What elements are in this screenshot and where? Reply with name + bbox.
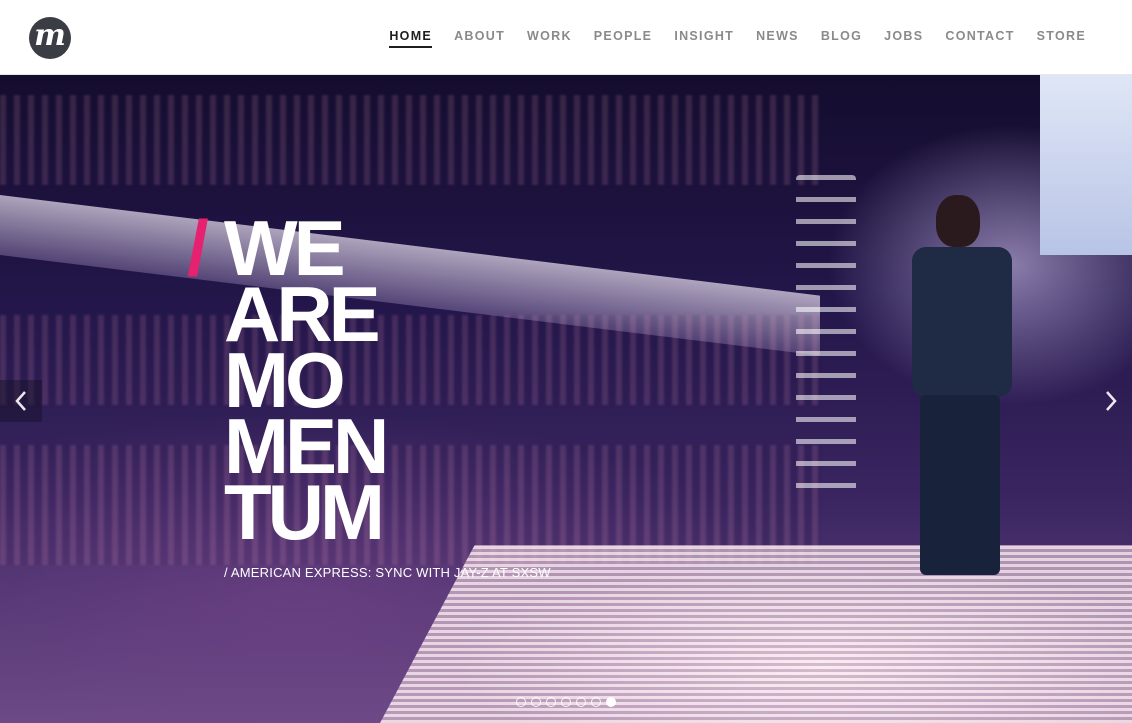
nav-contact[interactable]: CONTACT — [945, 29, 1014, 48]
nav-about[interactable]: ABOUT — [454, 29, 505, 48]
crowd-upper — [0, 95, 820, 185]
nav-insight[interactable]: INSIGHT — [674, 29, 734, 48]
nav-home[interactable]: HOME — [389, 29, 433, 48]
slide-dot-2[interactable] — [531, 697, 541, 707]
hero-headline: / WE ARE MO MEN TUM — [187, 204, 389, 551]
headline-slash: / — [187, 204, 209, 292]
nav-news[interactable]: NEWS — [756, 29, 799, 48]
slide-pagination — [516, 697, 616, 707]
slide-dot-5[interactable] — [576, 697, 586, 707]
crowd-middle — [0, 315, 820, 405]
headline-line-5: TUM — [224, 468, 385, 556]
nav-people[interactable]: PEOPLE — [594, 29, 653, 48]
hero-slider: / WE ARE MO MEN TUM / AMERICAN EXPRESS: … — [0, 75, 1132, 723]
performer-head — [936, 195, 980, 247]
slide-dot-4[interactable] — [561, 697, 571, 707]
next-slide-button[interactable] — [1090, 380, 1132, 422]
nav-work[interactable]: WORK — [527, 29, 572, 48]
performer-torso — [912, 247, 1012, 397]
nav-store[interactable]: STORE — [1037, 29, 1086, 48]
slide-dot-3[interactable] — [546, 697, 556, 707]
chevron-left-icon — [15, 391, 26, 411]
nav-jobs[interactable]: JOBS — [884, 29, 923, 48]
slide-caption[interactable]: / AMERICAN EXPRESS: SYNC WITH JAY-Z AT S… — [224, 565, 551, 580]
performer — [906, 195, 1026, 585]
performer-legs — [920, 395, 1000, 575]
momentum-logo[interactable]: m — [29, 17, 71, 59]
slide-dot-7[interactable] — [606, 697, 616, 707]
chevron-right-icon — [1106, 391, 1117, 411]
stage-lights — [796, 175, 856, 495]
site-header: m HOME ABOUT WORK PEOPLE INSIGHT NEWS BL… — [0, 0, 1132, 75]
nav-blog[interactable]: BLOG — [821, 29, 862, 48]
prev-slide-button[interactable] — [0, 380, 42, 422]
main-nav: HOME ABOUT WORK PEOPLE INSIGHT NEWS BLOG… — [389, 29, 1086, 48]
slide-dot-1[interactable] — [516, 697, 526, 707]
stage-screen — [1040, 75, 1132, 255]
slide-dot-6[interactable] — [591, 697, 601, 707]
